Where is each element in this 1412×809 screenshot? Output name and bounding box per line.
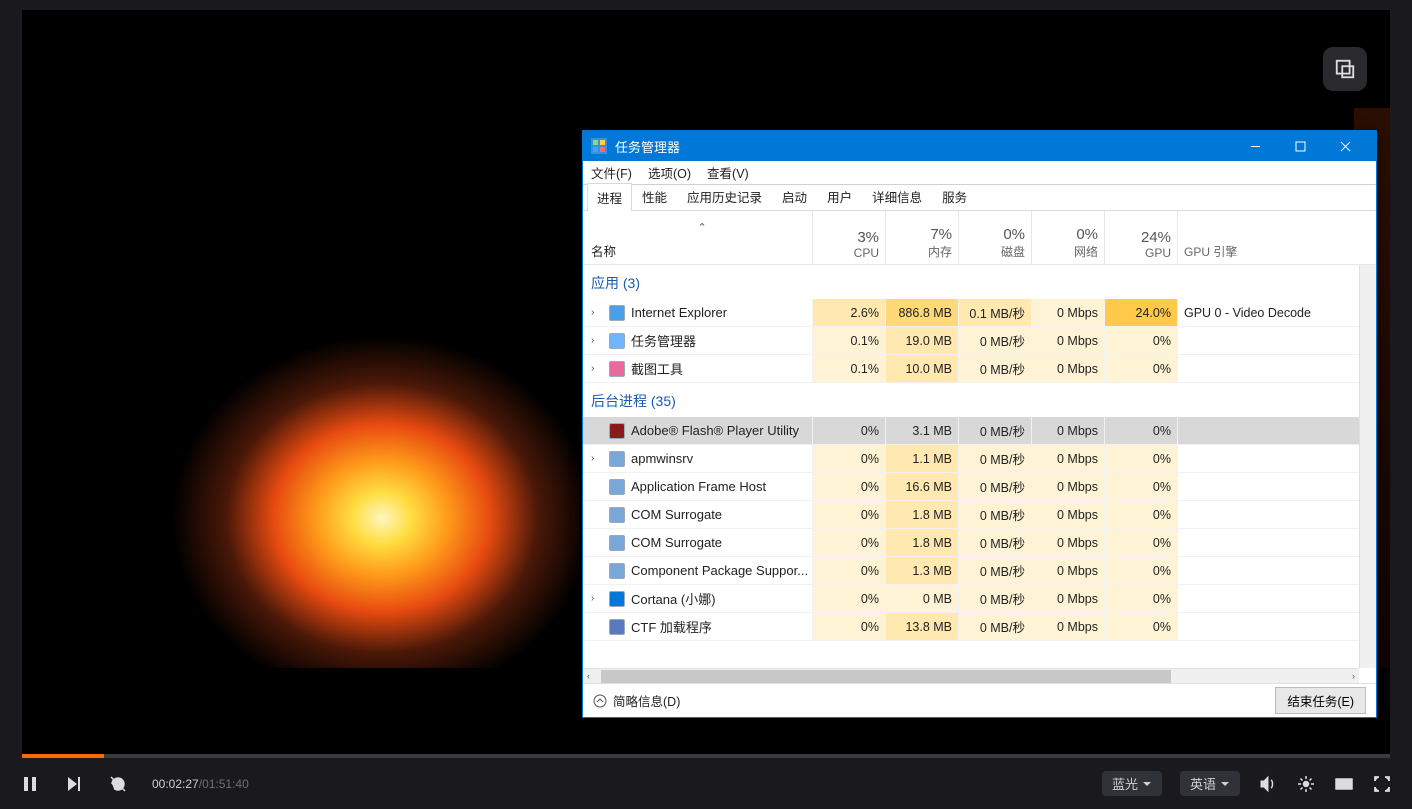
titlebar[interactable]: 任务管理器 <box>583 131 1376 161</box>
col-disk[interactable]: 0%磁盘 <box>958 211 1031 264</box>
process-name: Component Package Suppor... <box>631 563 808 578</box>
fullscreen-icon[interactable] <box>1372 774 1392 794</box>
minimize-button[interactable] <box>1233 131 1278 161</box>
tab-startup[interactable]: 启动 <box>772 182 817 210</box>
process-name: 任务管理器 <box>631 331 696 350</box>
table-row[interactable]: Application Frame Host0%16.6 MB0 MB/秒0 M… <box>583 473 1376 501</box>
next-button[interactable] <box>64 774 84 794</box>
close-button[interactable] <box>1323 131 1368 161</box>
process-name: Adobe® Flash® Player Utility <box>631 423 799 438</box>
column-headers: ⌃名称 3%CPU 7%内存 0%磁盘 0%网络 24%GPU GPU 引擎 <box>583 211 1376 265</box>
table-row[interactable]: Adobe® Flash® Player Utility0%3.1 MB0 MB… <box>583 417 1376 445</box>
settings-icon[interactable] <box>1296 774 1316 794</box>
current-time: 00:02:27 <box>152 777 199 791</box>
tab-users[interactable]: 用户 <box>817 182 862 210</box>
process-name: CTF 加载程序 <box>631 617 712 636</box>
col-cpu[interactable]: 3%CPU <box>812 211 885 264</box>
col-name[interactable]: ⌃名称 <box>583 211 812 264</box>
tab-history[interactable]: 应用历史记录 <box>677 182 772 210</box>
table-row[interactable]: COM Surrogate0%1.8 MB0 MB/秒0 Mbps0% <box>583 529 1376 557</box>
table-row[interactable]: COM Surrogate0%1.8 MB0 MB/秒0 Mbps0% <box>583 501 1376 529</box>
menu-view[interactable]: 查看(V) <box>707 163 749 182</box>
table-row[interactable]: ›Cortana (小娜)0%0 MB0 MB/秒0 Mbps0% <box>583 585 1376 613</box>
theater-icon[interactable] <box>1334 774 1354 794</box>
loop-button[interactable] <box>108 774 128 794</box>
col-gpu-engine[interactable]: GPU 引擎 <box>1177 211 1376 264</box>
table-row[interactable]: ›Internet Explorer2.6%886.8 MB0.1 MB/秒0 … <box>583 299 1376 327</box>
pip-button[interactable] <box>1323 47 1367 91</box>
scrollbar-vertical[interactable] <box>1359 265 1376 668</box>
process-name: apmwinsrv <box>631 451 693 466</box>
col-network[interactable]: 0%网络 <box>1031 211 1104 264</box>
table-row[interactable]: CTF 加载程序0%13.8 MB0 MB/秒0 Mbps0% <box>583 613 1376 641</box>
process-name: Internet Explorer <box>631 305 727 320</box>
process-name: Application Frame Host <box>631 479 766 494</box>
col-gpu[interactable]: 24%GPU <box>1104 211 1177 264</box>
menu-file[interactable]: 文件(F) <box>591 163 632 182</box>
table-row[interactable]: Component Package Suppor...0%1.3 MB0 MB/… <box>583 557 1376 585</box>
time-display: 00:02:27/01:51:40 <box>152 777 249 791</box>
process-name: Cortana (小娜) <box>631 589 716 608</box>
fewer-details-button[interactable]: 简略信息(D) <box>593 691 680 710</box>
process-name: COM Surrogate <box>631 535 722 550</box>
table-row[interactable]: ›apmwinsrv0%1.1 MB0 MB/秒0 Mbps0% <box>583 445 1376 473</box>
process-name: COM Surrogate <box>631 507 722 522</box>
group-apps: 应用 (3) <box>583 265 1376 299</box>
language-selector[interactable]: 英语 <box>1180 771 1240 796</box>
tab-processes[interactable]: 进程 <box>587 183 632 211</box>
process-list: 应用 (3) ›Internet Explorer2.6%886.8 MB0.1… <box>583 265 1376 683</box>
task-manager-window: 任务管理器 文件(F) 选项(O) 查看(V) 进程 性能 应用历史记录 启动 … <box>582 130 1377 718</box>
footer: 简略信息(D) 结束任务(E) <box>583 683 1376 717</box>
pause-button[interactable] <box>20 774 40 794</box>
volume-icon[interactable] <box>1258 774 1278 794</box>
menu-options[interactable]: 选项(O) <box>648 163 691 182</box>
table-row[interactable]: ›截图工具0.1%10.0 MB0 MB/秒0 Mbps0% <box>583 355 1376 383</box>
col-memory[interactable]: 7%内存 <box>885 211 958 264</box>
tab-services[interactable]: 服务 <box>932 182 977 210</box>
tab-performance[interactable]: 性能 <box>632 182 677 210</box>
process-name: 截图工具 <box>631 359 683 378</box>
tab-details[interactable]: 详细信息 <box>862 182 932 210</box>
duration: 01:51:40 <box>202 777 249 791</box>
scrollbar-horizontal[interactable]: ‹› <box>583 668 1359 683</box>
window-title: 任务管理器 <box>615 137 680 156</box>
quality-selector[interactable]: 蓝光 <box>1102 771 1162 796</box>
tabs: 进程 性能 应用历史记录 启动 用户 详细信息 服务 <box>583 185 1376 211</box>
maximize-button[interactable] <box>1278 131 1323 161</box>
player-controls: 00:02:27/01:51:40 蓝光 英语 <box>0 758 1412 809</box>
app-icon <box>591 138 607 154</box>
end-task-button[interactable]: 结束任务(E) <box>1275 687 1366 714</box>
video-frame <box>22 108 580 668</box>
table-row[interactable]: ›任务管理器0.1%19.0 MB0 MB/秒0 Mbps0% <box>583 327 1376 355</box>
group-background: 后台进程 (35) <box>583 383 1376 417</box>
